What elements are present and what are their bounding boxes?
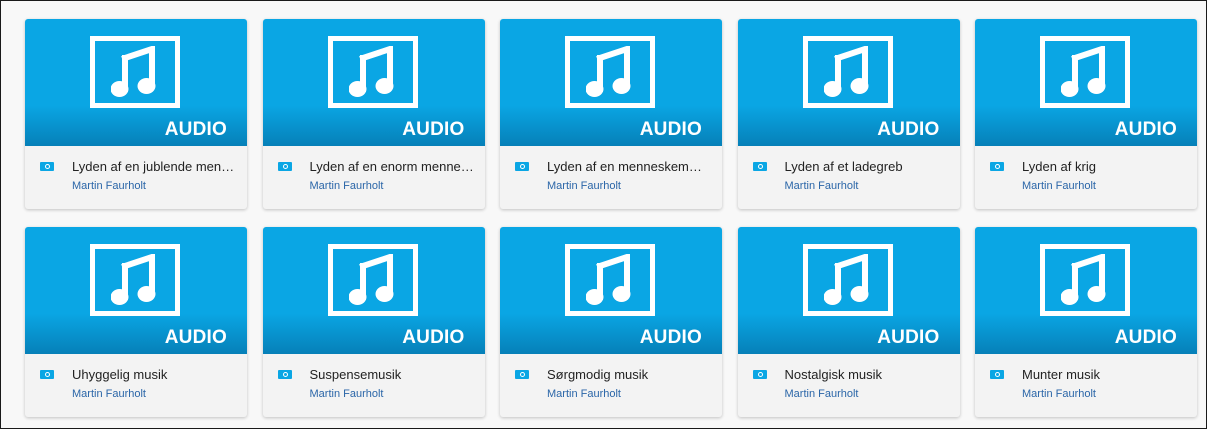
card-author[interactable]: Martin Faurholt [785,180,950,192]
audio-type-icon [277,162,292,171]
card-thumbnail[interactable]: AUDIO [737,19,960,146]
card-info: Munter musik Martin Faurholt [975,354,1197,417]
card-info: Suspensemusik Martin Faurholt [263,354,485,417]
music-note-icon [327,36,418,108]
card-title[interactable]: Lyden af et ladegreb [785,159,950,174]
music-note-icon [1040,244,1130,316]
card-author[interactable]: Martin Faurholt [72,180,237,192]
card-author[interactable]: Martin Faurholt [72,388,237,400]
audio-gallery: AUDIO Lyden af en jublende menneskemængd… [0,0,1207,429]
audio-type-icon [752,370,767,379]
card-author[interactable]: Martin Faurholt [310,180,475,192]
card-thumbnail[interactable]: AUDIO [975,227,1197,354]
audio-card[interactable]: AUDIO Suspensemusik Martin Faurholt [262,227,485,417]
card-thumbnail[interactable]: AUDIO [500,227,722,354]
card-thumbnail[interactable]: AUDIO [262,227,485,354]
audio-card[interactable]: AUDIO Lyden af et ladegreb Martin Faurho… [737,19,960,209]
card-info: Nostalgisk musik Martin Faurholt [738,354,960,417]
card-author[interactable]: Martin Faurholt [547,180,712,192]
card-thumbnail[interactable]: AUDIO [975,19,1197,146]
audio-badge: AUDIO [639,119,702,140]
card-grid: AUDIO Lyden af en jublende menneskemængd… [25,19,1197,417]
card-author[interactable]: Martin Faurholt [310,388,475,400]
audio-type-icon [990,162,1004,171]
audio-type-icon [515,162,529,171]
card-info: Lyden af en menneskemængde Martin Faurho… [500,146,722,209]
audio-card[interactable]: AUDIO Lyden af en menneskemængde Martin … [500,19,722,209]
audio-card[interactable]: AUDIO Lyden af en enorm menneskemængde M… [262,19,485,209]
audio-type-icon [515,370,529,379]
audio-badge: AUDIO [1114,119,1177,140]
music-note-icon [802,244,893,316]
card-title[interactable]: Uhyggelig musik [72,367,237,382]
music-note-icon [90,36,180,108]
card-info: Lyden af et ladegreb Martin Faurholt [738,146,960,209]
audio-type-icon [990,370,1004,379]
card-thumbnail[interactable]: AUDIO [25,227,247,354]
card-thumbnail[interactable]: AUDIO [500,19,722,146]
card-thumbnail[interactable]: AUDIO [262,19,485,146]
audio-card[interactable]: AUDIO Lyden af krig Martin Faurholt [975,19,1197,209]
audio-type-icon [752,162,767,171]
card-title[interactable]: Munter musik [1022,367,1187,382]
audio-card[interactable]: AUDIO Lyden af en jublende menneskemængd… [25,19,247,209]
card-info: Lyden af krig Martin Faurholt [975,146,1197,209]
card-author[interactable]: Martin Faurholt [1022,388,1187,400]
music-note-icon [1040,36,1130,108]
card-title[interactable]: Lyden af krig [1022,159,1187,174]
audio-badge: AUDIO [639,327,702,348]
music-note-icon [327,244,418,316]
music-note-icon [802,36,893,108]
card-author[interactable]: Martin Faurholt [1022,180,1187,192]
music-note-icon [565,36,655,108]
card-info: Lyden af en enorm menneskemængde Martin … [263,146,485,209]
audio-card[interactable]: AUDIO Munter musik Martin Faurholt [975,227,1197,417]
audio-badge: AUDIO [164,327,227,348]
card-title[interactable]: Lyden af en enorm menneskemængde [310,159,475,174]
audio-badge: AUDIO [1114,327,1177,348]
audio-badge: AUDIO [164,119,227,140]
audio-badge: AUDIO [402,119,465,140]
card-title[interactable]: Lyden af en jublende menneskemængde [72,159,237,174]
card-title[interactable]: Suspensemusik [310,367,475,382]
card-info: Uhyggelig musik Martin Faurholt [25,354,247,417]
card-author[interactable]: Martin Faurholt [547,388,712,400]
audio-type-icon [40,370,54,379]
audio-badge: AUDIO [877,327,940,348]
card-info: Lyden af en jublende menneskemængde Mart… [25,146,247,209]
card-thumbnail[interactable]: AUDIO [25,19,247,146]
card-info: Sørgmodig musik Martin Faurholt [500,354,722,417]
music-note-icon [565,244,655,316]
card-thumbnail[interactable]: AUDIO [737,227,960,354]
card-author[interactable]: Martin Faurholt [785,388,950,400]
audio-type-icon [40,162,54,171]
music-note-icon [90,244,180,316]
card-title[interactable]: Lyden af en menneskemængde [547,159,712,174]
audio-card[interactable]: AUDIO Sørgmodig musik Martin Faurholt [500,227,722,417]
audio-card[interactable]: AUDIO Uhyggelig musik Martin Faurholt [25,227,247,417]
audio-badge: AUDIO [402,327,465,348]
audio-badge: AUDIO [877,119,940,140]
audio-type-icon [277,370,292,379]
card-title[interactable]: Nostalgisk musik [785,367,950,382]
audio-card[interactable]: AUDIO Nostalgisk musik Martin Faurholt [737,227,960,417]
card-title[interactable]: Sørgmodig musik [547,367,712,382]
